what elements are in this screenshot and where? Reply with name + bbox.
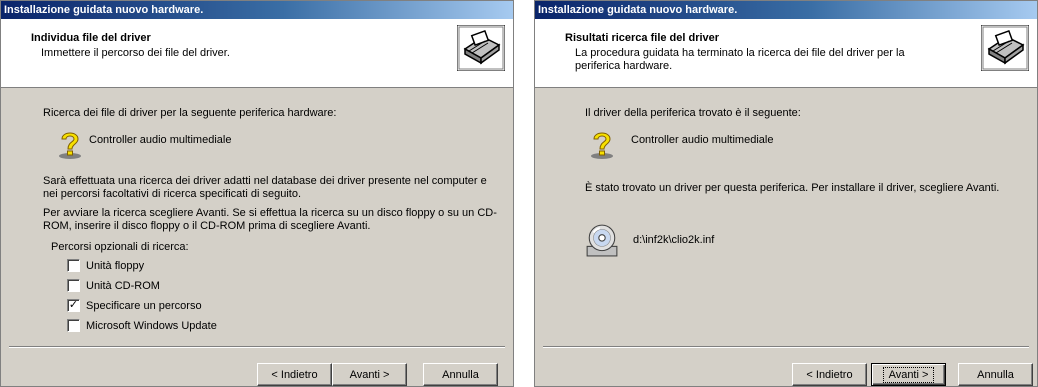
search-description: Sarà effettuata una ricerca dei driver a… bbox=[43, 175, 487, 200]
back-button[interactable]: < Indietro bbox=[792, 363, 867, 386]
wizard-header: Risultati ricerca file del driver La pro… bbox=[535, 19, 1037, 88]
header-subtitle: Immettere il percorso dei file del drive… bbox=[41, 47, 230, 59]
driver-found-intro: Il driver della periferica trovato è il … bbox=[585, 107, 801, 119]
checkbox-cdrom[interactable]: Unità CD-ROM bbox=[67, 278, 160, 294]
next-button[interactable]: Avanti > bbox=[871, 363, 946, 386]
next-button[interactable]: Avanti > bbox=[332, 363, 407, 386]
hardware-wizard-icon bbox=[981, 25, 1029, 71]
cancel-button[interactable]: Annulla bbox=[423, 363, 498, 386]
window-title[interactable]: Installazione guidata nuovo hardware. bbox=[1, 1, 513, 19]
device-name: Controller audio multimediale bbox=[89, 134, 232, 146]
question-mark-icon bbox=[590, 132, 614, 160]
checkbox-box[interactable] bbox=[67, 258, 80, 272]
driver-file-path: d:\inf2k\clio2k.inf bbox=[633, 234, 715, 246]
question-mark-icon bbox=[58, 132, 82, 160]
cancel-button[interactable]: Annulla bbox=[958, 363, 1033, 386]
search-instructions: Per avviare la ricerca scegliere Avanti.… bbox=[43, 207, 497, 232]
header-subtitle: La procedura guidata ha terminato la ric… bbox=[575, 47, 905, 72]
back-button[interactable]: < Indietro bbox=[257, 363, 332, 386]
header-title: Risultati ricerca file del driver bbox=[565, 32, 720, 44]
optional-paths-label: Percorsi opzionali di ricerca: bbox=[51, 241, 189, 253]
checkbox-box-checked[interactable]: ✓ bbox=[67, 298, 80, 312]
button-separator bbox=[543, 346, 1029, 348]
checkbox-windows-update[interactable]: Microsoft Windows Update bbox=[67, 318, 217, 334]
button-separator bbox=[9, 346, 505, 348]
wizard-header: Individua file del driver Immettere il p… bbox=[1, 19, 513, 88]
hardware-wizard-icon bbox=[457, 25, 505, 71]
next-button-label: Avanti > bbox=[882, 366, 935, 383]
checkbox-floppy[interactable]: Unità floppy bbox=[67, 258, 145, 274]
driver-found-text: È stato trovato un driver per questa per… bbox=[585, 182, 1000, 194]
cd-disc-icon bbox=[586, 224, 618, 257]
checkbox-box[interactable] bbox=[67, 278, 80, 292]
device-name: Controller audio multimediale bbox=[631, 134, 774, 146]
wizard-dialog-locate-driver: Installazione guidata nuovo hardware. In… bbox=[0, 0, 514, 387]
search-intro-text: Ricerca dei file di driver per la seguen… bbox=[43, 107, 337, 119]
checkbox-label: Microsoft Windows Update bbox=[86, 320, 217, 332]
wizard-dialog-search-results: Installazione guidata nuovo hardware. Ri… bbox=[534, 0, 1038, 387]
window-title[interactable]: Installazione guidata nuovo hardware. bbox=[535, 1, 1037, 19]
checkbox-specify-path[interactable]: ✓ Specificare un percorso bbox=[67, 298, 202, 314]
checkbox-label: Unità CD-ROM bbox=[86, 280, 160, 292]
header-title: Individua file del driver bbox=[31, 32, 151, 44]
checkbox-box[interactable] bbox=[67, 318, 80, 332]
checkbox-label: Specificare un percorso bbox=[86, 300, 202, 312]
checkbox-label: Unità floppy bbox=[86, 260, 145, 272]
